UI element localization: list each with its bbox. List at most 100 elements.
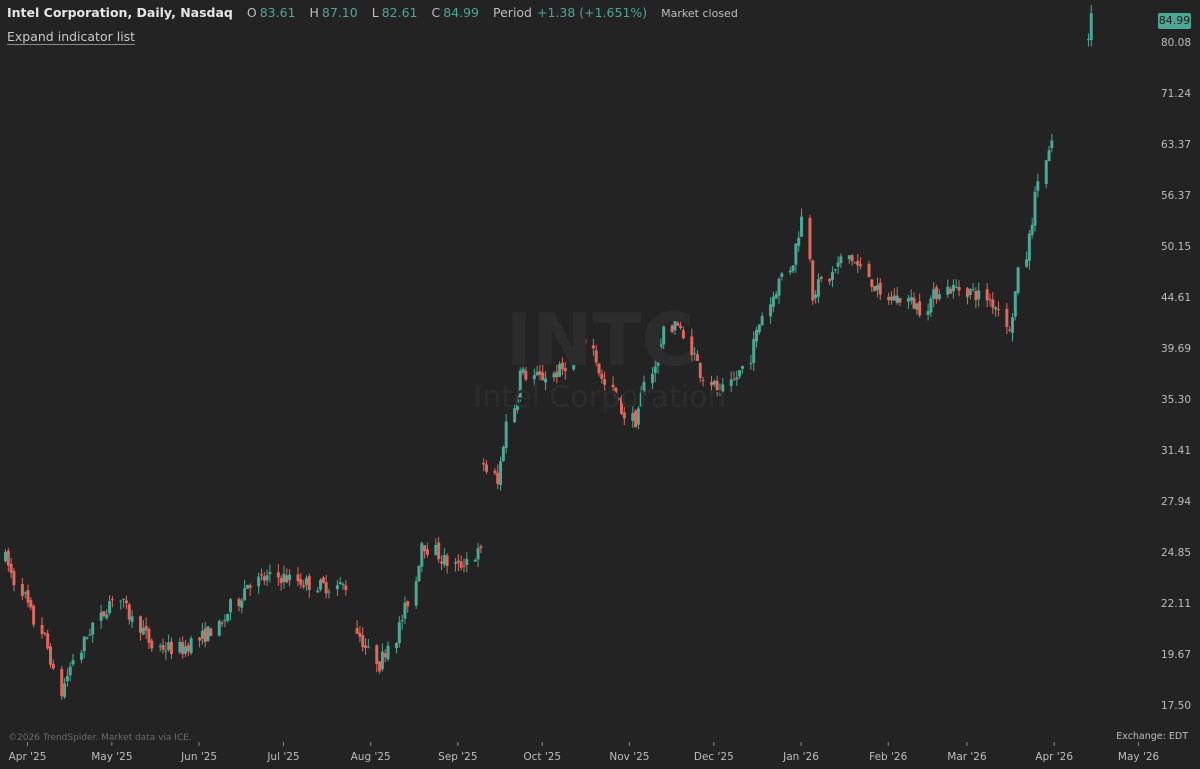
x-tick-label: Jul '25 xyxy=(266,751,299,763)
candle-body xyxy=(344,585,348,591)
y-tick-label: 71.24 xyxy=(1161,88,1191,100)
candle-body xyxy=(127,604,131,620)
candle-body xyxy=(850,255,854,262)
candle-body xyxy=(918,301,922,316)
candle-body xyxy=(740,366,744,369)
candle-body xyxy=(184,646,188,654)
candle-body xyxy=(535,371,539,376)
candle-body xyxy=(617,398,621,400)
candle-body xyxy=(642,382,646,395)
candle-body xyxy=(816,279,820,297)
x-tick-label: Apr '26 xyxy=(1035,751,1073,763)
y-tick-label: 17.50 xyxy=(1161,700,1191,712)
candle-body xyxy=(335,585,339,590)
candle-body xyxy=(836,262,840,267)
candle-body xyxy=(479,546,483,549)
candle-body xyxy=(738,370,742,377)
candle-body xyxy=(988,299,992,301)
x-tick-label: Apr '25 xyxy=(9,751,47,763)
candle-body xyxy=(693,353,697,355)
x-tick-label: Nov '25 xyxy=(609,751,649,763)
candle-body xyxy=(265,575,269,581)
high-value: 87.10 xyxy=(321,5,358,20)
candle-body xyxy=(1030,224,1034,235)
copyright-notice: ©2026 TrendSpider. Market data via ICE. xyxy=(8,733,192,743)
candle-body xyxy=(49,646,53,665)
candle-body xyxy=(634,410,638,428)
y-tick-label: 63.37 xyxy=(1161,139,1191,151)
y-tick-label: 50.15 xyxy=(1161,241,1191,253)
candle-body xyxy=(51,663,55,669)
close-value: 84.99 xyxy=(443,5,480,20)
candle-body xyxy=(268,572,272,575)
candle-body xyxy=(583,339,587,344)
candle-body xyxy=(321,577,325,583)
candle-body xyxy=(898,298,902,303)
candle-body xyxy=(380,651,384,670)
candle-body xyxy=(631,413,635,421)
candle-body xyxy=(364,645,368,648)
candle-body xyxy=(620,397,624,414)
open-value: 83.61 xyxy=(259,5,296,20)
candle-body xyxy=(181,642,185,655)
candle-body xyxy=(974,290,978,301)
candle-body xyxy=(406,601,410,607)
expand-indicator-list-link[interactable]: Expand indicator list xyxy=(7,29,136,45)
candle-body xyxy=(493,470,497,474)
candle-body xyxy=(282,573,286,582)
candle-body xyxy=(304,578,308,585)
candle-body xyxy=(878,282,882,295)
candle-body xyxy=(946,286,950,295)
y-tick-label: 27.94 xyxy=(1161,496,1191,508)
last-price-tag: 84.99 xyxy=(1158,13,1191,29)
candle-body xyxy=(20,584,24,596)
candle-body xyxy=(985,289,989,301)
candle-body xyxy=(681,330,685,339)
y-tick-label: 22.11 xyxy=(1161,598,1191,610)
candlestick-series xyxy=(4,5,1093,700)
candle-body xyxy=(752,339,756,363)
candle-body xyxy=(459,561,463,568)
candle-body xyxy=(167,642,171,650)
price-chart[interactable]: 17.50 19.67 22.11 24.85 27.94 31.41 35.30 39.69… xyxy=(0,0,1200,769)
candle-body xyxy=(91,622,95,635)
candle-body xyxy=(541,372,545,381)
candle-body xyxy=(285,575,289,583)
candle-body xyxy=(504,421,508,448)
candle-body xyxy=(110,599,114,601)
candle-body xyxy=(721,384,725,392)
candle-body xyxy=(636,408,640,425)
candle-body xyxy=(760,315,764,326)
candle-body xyxy=(434,545,438,556)
candle-body xyxy=(302,585,306,587)
candle-body xyxy=(82,636,86,652)
candle-body xyxy=(206,626,210,641)
chart-header: Intel Corporation, Daily, Nasdaq O 83.61… xyxy=(7,5,738,20)
candle-body xyxy=(679,325,683,328)
candle-body xyxy=(454,562,458,564)
candle-body xyxy=(394,643,398,649)
candle-body xyxy=(690,336,694,356)
candle-body xyxy=(237,599,241,606)
candle-body xyxy=(257,576,261,587)
candle-body xyxy=(560,362,564,370)
x-tick-label: Dec '25 xyxy=(694,751,734,763)
candle-body xyxy=(259,574,263,576)
candle-body xyxy=(797,237,801,246)
candle-body xyxy=(977,290,981,300)
candle-body xyxy=(701,379,705,381)
candle-body xyxy=(9,563,13,573)
candle-body xyxy=(130,616,134,622)
y-axis: 17.50 19.67 22.11 24.85 27.94 31.41 35.30 39.69… xyxy=(1161,37,1191,712)
y-tick-label: 19.67 xyxy=(1161,649,1191,661)
candle-body xyxy=(397,622,401,644)
candle-body xyxy=(800,216,804,237)
candle-body xyxy=(1010,317,1014,333)
candle-body xyxy=(656,346,660,366)
candle-body xyxy=(909,296,913,301)
candle-body xyxy=(68,666,72,676)
candle-body xyxy=(994,307,998,310)
candle-body xyxy=(6,550,10,566)
candle-body xyxy=(150,640,154,649)
candle-body xyxy=(462,565,466,567)
